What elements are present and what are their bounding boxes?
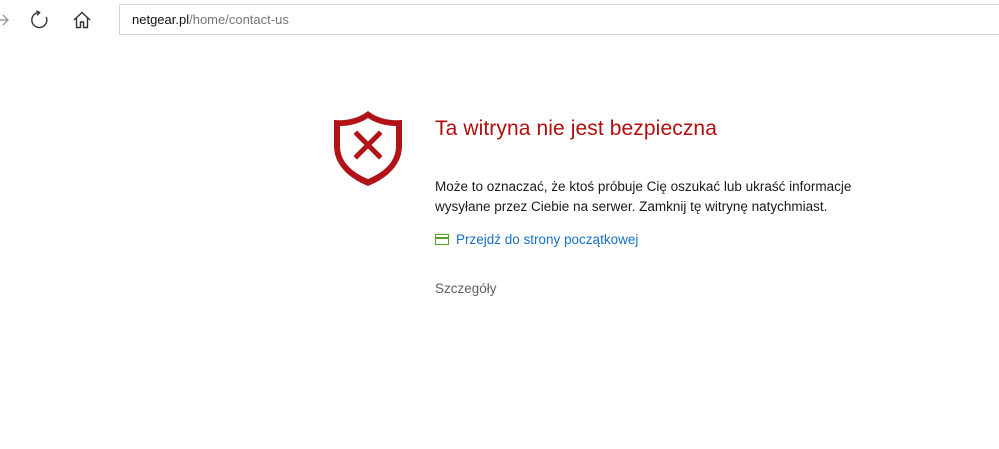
browser-toolbar: netgear.pl/home/contact-us bbox=[0, 0, 999, 40]
address-host: netgear.pl bbox=[132, 12, 190, 27]
forward-arrow-icon bbox=[0, 14, 9, 26]
refresh-icon bbox=[31, 10, 48, 29]
shield-x-icon bbox=[330, 108, 406, 188]
home-button[interactable] bbox=[66, 4, 98, 36]
page-icon bbox=[435, 234, 449, 245]
warning-title: Ta witryna nie jest bezpieczna bbox=[435, 117, 717, 140]
warning-message-line2: wysyłane przez Ciebie na serwer. Zamknij… bbox=[435, 199, 828, 214]
forward-button[interactable] bbox=[0, 4, 18, 36]
warning-message: Może to oznaczać, że ktoś próbuje Cię os… bbox=[435, 177, 895, 217]
go-to-start-page-link[interactable]: Przejdź do strony początkowej bbox=[435, 232, 638, 247]
details-link[interactable]: Szczegóły bbox=[435, 281, 497, 296]
warning-message-line1: Może to oznaczać, że ktoś próbuje Cię os… bbox=[435, 179, 852, 194]
home-icon bbox=[73, 11, 91, 29]
refresh-button[interactable] bbox=[23, 4, 55, 36]
address-path: /home/contact-us bbox=[189, 12, 289, 27]
address-bar[interactable]: netgear.pl/home/contact-us bbox=[119, 4, 999, 35]
go-to-start-page-label: Przejdź do strony początkowej bbox=[456, 232, 639, 247]
